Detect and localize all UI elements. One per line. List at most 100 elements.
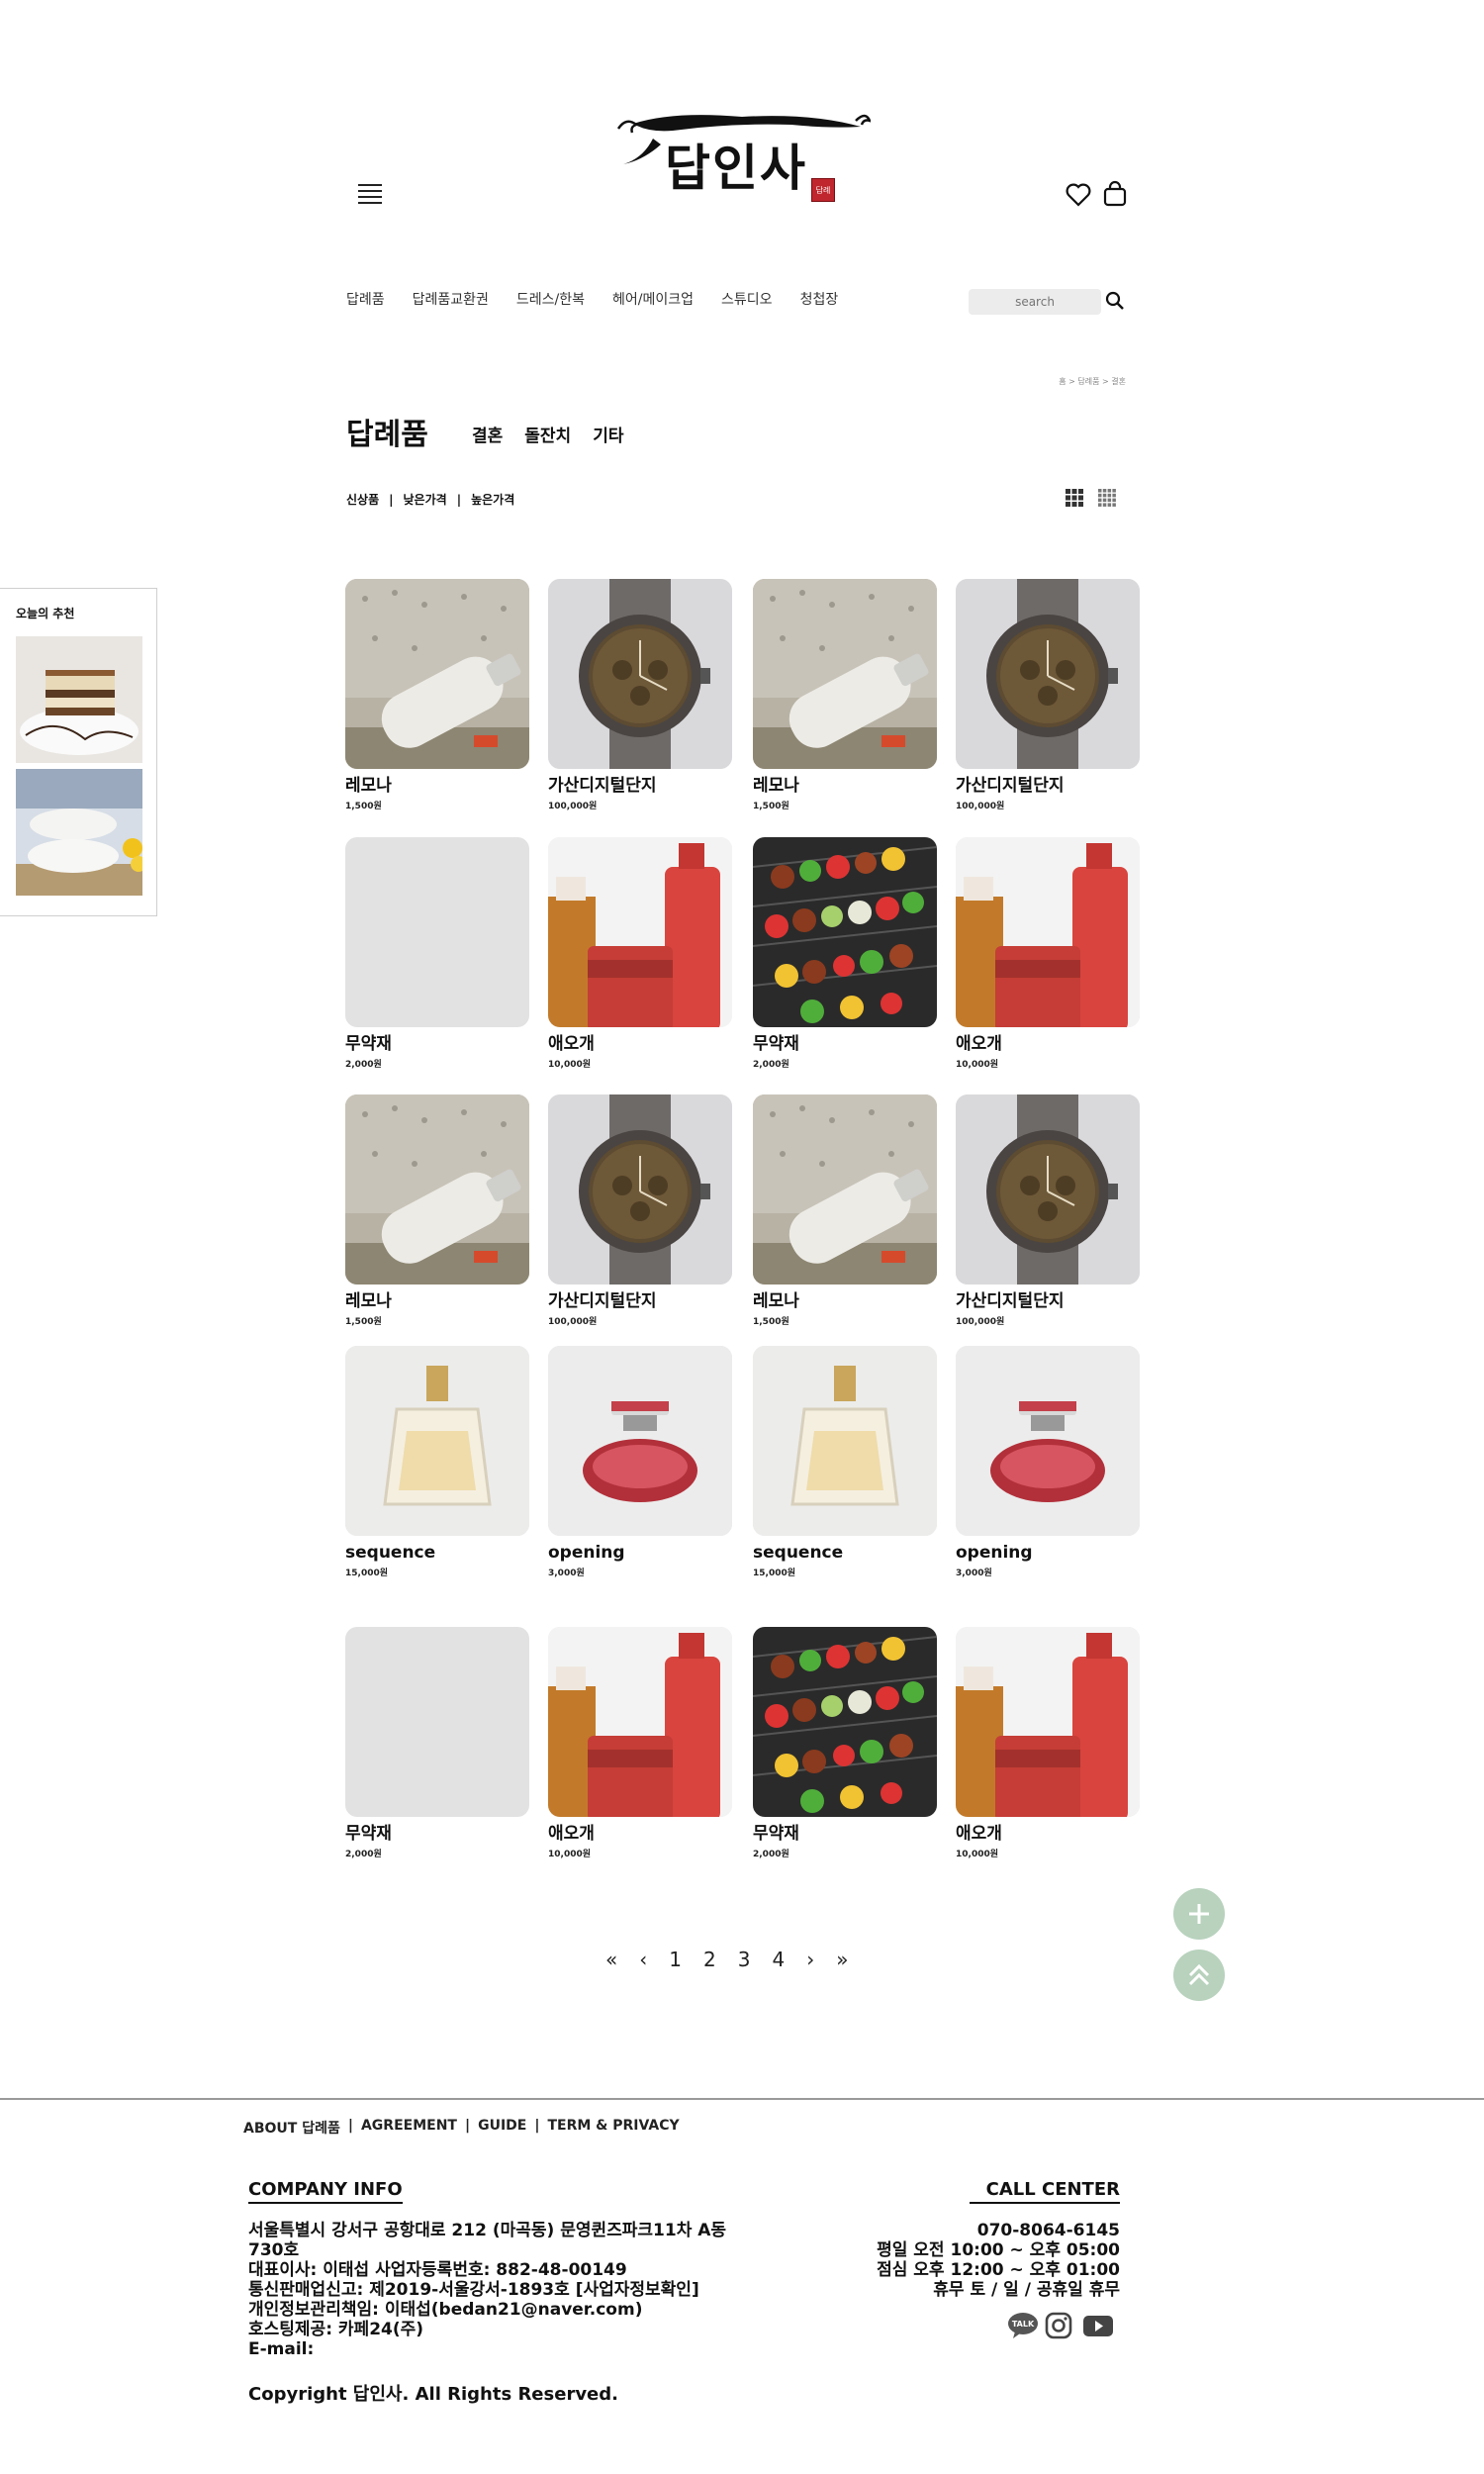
product-image[interactable] (956, 837, 1140, 1027)
product-image[interactable] (548, 579, 732, 769)
next-page-button[interactable]: › (806, 1948, 814, 1971)
product-image[interactable] (345, 1094, 529, 1285)
page-4[interactable]: 4 (772, 1948, 785, 1971)
product-card[interactable]: 무약재 2,000원 (345, 837, 529, 1070)
shopping-bag-icon[interactable] (1101, 180, 1129, 208)
nav-item-gifts[interactable]: 답례품 (346, 289, 385, 309)
product-name[interactable]: sequence (753, 1542, 937, 1564)
tab-etc[interactable]: 기타 (593, 422, 623, 446)
product-image[interactable] (345, 837, 529, 1027)
wishlist-heart-icon[interactable] (1065, 182, 1092, 208)
search-icon[interactable] (1104, 290, 1126, 312)
page-2[interactable]: 2 (703, 1948, 716, 1971)
nav-item-dress[interactable]: 드레스/한복 (516, 289, 585, 309)
product-card[interactable]: 애오개 10,000원 (548, 837, 732, 1070)
sort-high-price[interactable]: 높은가격 (471, 491, 514, 508)
footer-link-privacy[interactable]: TERM & PRIVACY (547, 2118, 679, 2138)
first-page-button[interactable]: « (605, 1948, 617, 1971)
product-card[interactable]: opening 3,000원 (956, 1346, 1140, 1578)
footer-link-about[interactable]: ABOUT 답례품 (243, 2118, 340, 2138)
nav-item-hair-makeup[interactable]: 헤어/메이크업 (612, 289, 694, 309)
product-image[interactable] (548, 1346, 732, 1536)
sort-low-price[interactable]: 낮은가격 (404, 491, 447, 508)
product-image[interactable] (548, 837, 732, 1027)
kakaotalk-icon[interactable]: TALK (1007, 2312, 1038, 2339)
recommend-item-towels[interactable] (16, 769, 142, 896)
product-card[interactable]: 가산디지털단지 100,000원 (548, 579, 732, 811)
product-name[interactable]: 레모나 (753, 1290, 937, 1312)
prev-page-button[interactable]: ‹ (639, 1948, 647, 1971)
product-card[interactable]: sequence 15,000원 (345, 1346, 529, 1578)
product-card[interactable]: 애오개 10,000원 (956, 837, 1140, 1070)
call-lunch-hours: 점심 오후 12:00 ~ 오후 01:00 (877, 2260, 1120, 2280)
product-image[interactable] (345, 1346, 529, 1536)
product-card[interactable]: 애오개 10,000원 (548, 1627, 732, 1859)
hamburger-menu-icon[interactable] (358, 184, 382, 204)
product-image[interactable] (345, 579, 529, 769)
youtube-icon[interactable] (1082, 2312, 1113, 2339)
product-name[interactable]: 무약재 (753, 1823, 937, 1845)
product-card[interactable]: 무약재 2,000원 (753, 1627, 937, 1859)
product-image[interactable] (753, 1627, 937, 1817)
product-name[interactable]: 애오개 (548, 1033, 732, 1055)
product-card[interactable]: 애오개 10,000원 (956, 1627, 1140, 1859)
nav-item-gift-voucher[interactable]: 답례품교환권 (413, 289, 489, 309)
product-name[interactable]: opening (956, 1542, 1140, 1564)
footer-link-guide[interactable]: GUIDE (478, 2118, 526, 2138)
sort-newest[interactable]: 신상품 (346, 491, 379, 508)
product-image[interactable] (753, 1094, 937, 1285)
nav-item-invitation[interactable]: 청첩장 (800, 289, 839, 309)
product-name[interactable]: 무약재 (753, 1033, 937, 1055)
product-image[interactable] (753, 837, 937, 1027)
product-card[interactable]: sequence 15,000원 (753, 1346, 937, 1578)
product-image[interactable] (753, 579, 937, 769)
product-card[interactable]: 가산디지털단지 100,000원 (956, 1094, 1140, 1327)
tab-wedding[interactable]: 결혼 (472, 422, 503, 446)
product-card[interactable]: 레모나 1,500원 (345, 579, 529, 811)
instagram-icon[interactable] (1045, 2312, 1074, 2339)
product-name[interactable]: sequence (345, 1542, 529, 1564)
product-name[interactable]: 가산디지털단지 (548, 775, 732, 797)
product-card[interactable]: 가산디지털단지 100,000원 (548, 1094, 732, 1327)
product-name[interactable]: 무약재 (345, 1033, 529, 1055)
logo[interactable]: 답인사 답례 (613, 99, 871, 208)
product-name[interactable]: opening (548, 1542, 732, 1564)
product-image[interactable] (548, 1627, 732, 1817)
page-1[interactable]: 1 (669, 1948, 682, 1971)
tab-first-birthday[interactable]: 돌잔치 (524, 422, 571, 446)
product-name[interactable]: 애오개 (956, 1823, 1140, 1845)
add-plus-icon[interactable] (1173, 1888, 1225, 1940)
product-name[interactable]: 애오개 (548, 1823, 732, 1845)
product-name[interactable]: 가산디지털단지 (956, 775, 1140, 797)
product-card[interactable]: opening 3,000원 (548, 1346, 732, 1578)
product-image[interactable] (956, 1094, 1140, 1285)
product-card[interactable]: 레모나 1,500원 (753, 579, 937, 811)
last-page-button[interactable]: » (836, 1948, 848, 1971)
product-card[interactable]: 레모나 1,500원 (753, 1094, 937, 1327)
grid-4x4-icon[interactable] (1098, 489, 1116, 507)
product-image[interactable] (956, 1627, 1140, 1817)
product-name[interactable]: 레모나 (345, 1290, 529, 1312)
product-name[interactable]: 레모나 (753, 775, 937, 797)
product-image[interactable] (956, 1346, 1140, 1536)
product-image[interactable] (345, 1627, 529, 1817)
product-card[interactable]: 레모나 1,500원 (345, 1094, 529, 1327)
product-card[interactable]: 무약재 2,000원 (753, 837, 937, 1070)
product-name[interactable]: 가산디지털단지 (548, 1290, 732, 1312)
recommend-item-cake[interactable] (16, 636, 142, 763)
product-image[interactable] (753, 1346, 937, 1536)
search-input[interactable] (969, 289, 1101, 315)
product-name[interactable]: 레모나 (345, 775, 529, 797)
nav-item-studio[interactable]: 스튜디오 (721, 289, 773, 309)
product-image[interactable] (548, 1094, 732, 1285)
page-3[interactable]: 3 (738, 1948, 751, 1971)
scroll-top-icon[interactable] (1173, 1950, 1225, 2001)
product-image[interactable] (956, 579, 1140, 769)
product-name[interactable]: 가산디지털단지 (956, 1290, 1140, 1312)
footer-link-agreement[interactable]: AGREEMENT (361, 2118, 457, 2138)
grid-3x3-icon[interactable] (1066, 489, 1083, 507)
product-name[interactable]: 무약재 (345, 1823, 529, 1845)
product-name[interactable]: 애오개 (956, 1033, 1140, 1055)
product-card[interactable]: 가산디지털단지 100,000원 (956, 579, 1140, 811)
product-card[interactable]: 무약재 2,000원 (345, 1627, 529, 1859)
